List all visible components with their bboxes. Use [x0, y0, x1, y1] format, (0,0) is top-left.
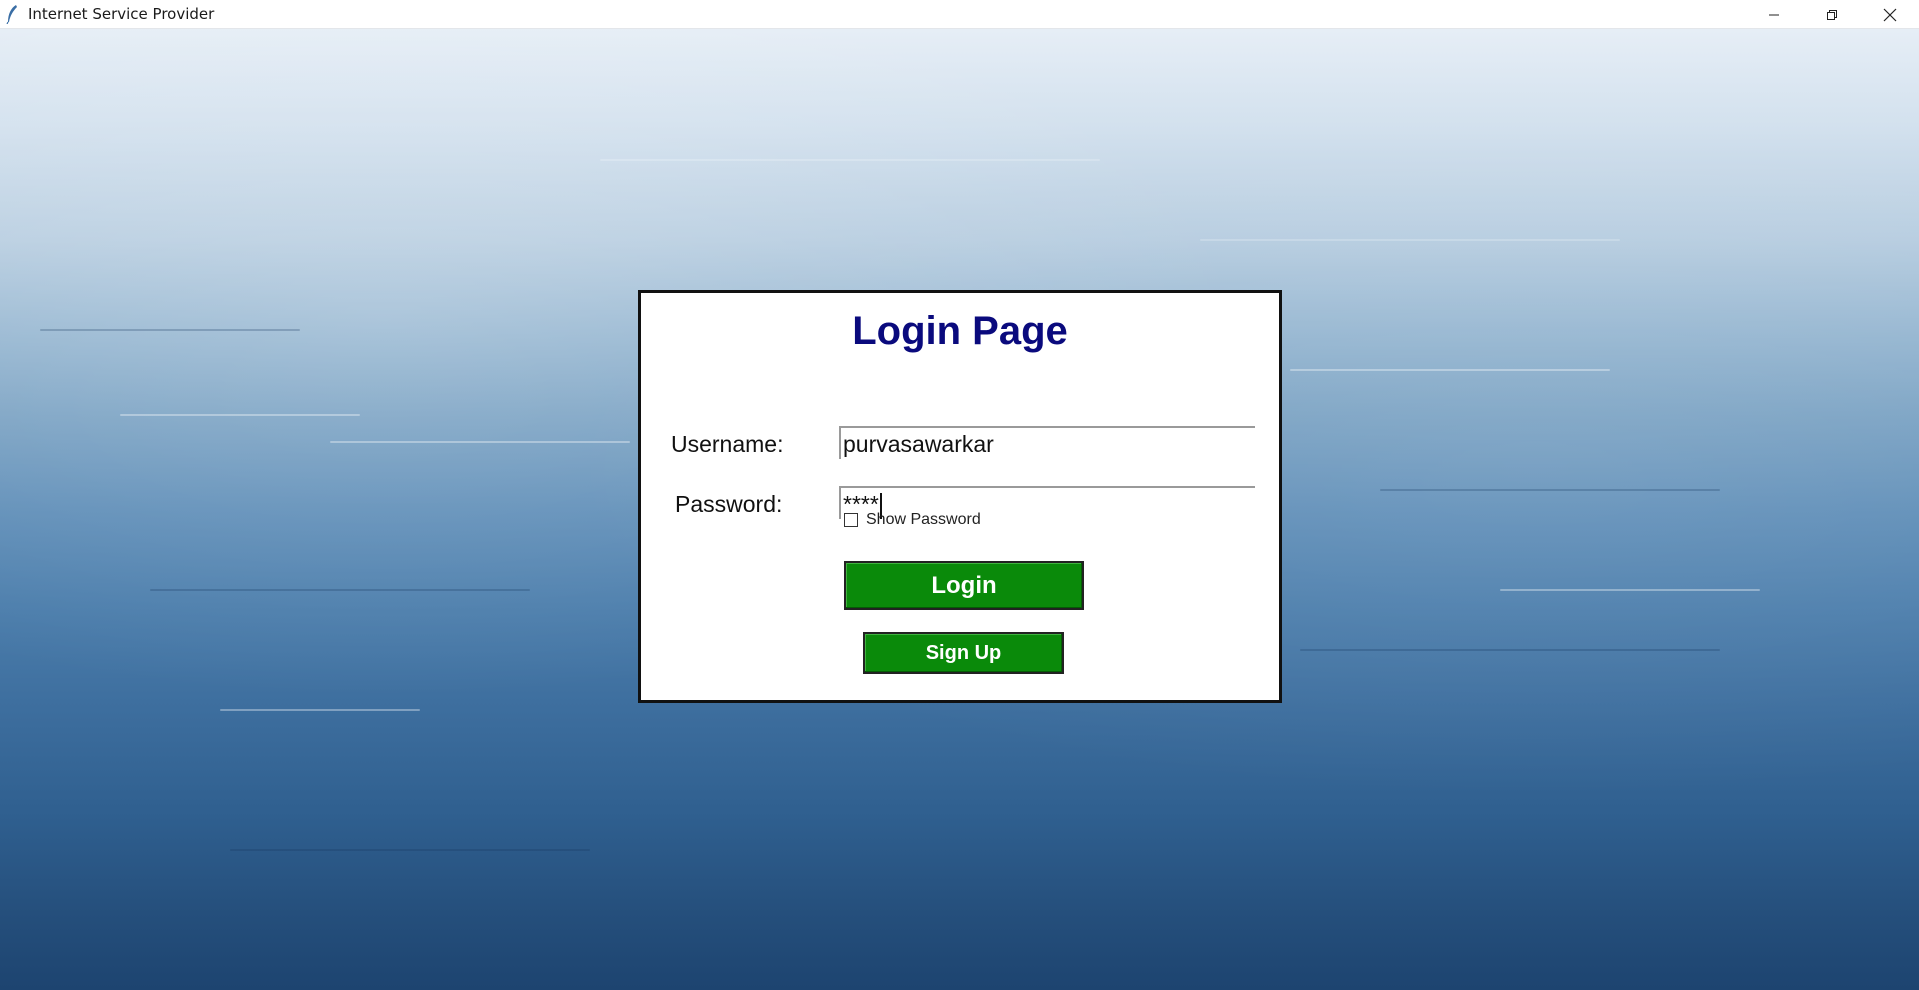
show-password-checkbox[interactable]: [844, 513, 858, 527]
water-streak: [330, 441, 630, 443]
username-field[interactable]: purvasawarkar: [839, 426, 1255, 459]
water-streak: [40, 329, 300, 331]
water-streak: [1290, 369, 1610, 371]
water-streak: [150, 589, 530, 591]
close-button[interactable]: [1861, 0, 1919, 29]
restore-icon: [1827, 9, 1837, 20]
restore-button[interactable]: [1803, 0, 1861, 29]
water-streak: [1380, 489, 1720, 491]
close-icon: [1883, 8, 1897, 21]
username-label: Username:: [671, 431, 784, 457]
minimize-button[interactable]: [1745, 0, 1803, 29]
water-streak: [1200, 239, 1620, 241]
water-streak: [600, 159, 1100, 161]
water-streak: [230, 849, 590, 851]
water-streak: [120, 414, 360, 416]
water-streak: [220, 709, 420, 711]
login-button[interactable]: Login: [844, 561, 1084, 610]
water-streak: [1500, 589, 1760, 591]
feather-icon: [4, 4, 20, 24]
minimize-icon: [1769, 14, 1779, 15]
password-label: Password:: [675, 491, 783, 517]
window-titlebar: Internet Service Provider: [0, 0, 1919, 29]
username-value: purvasawarkar: [843, 431, 994, 457]
page-title: Login Page: [852, 309, 1068, 353]
login-dialog: Login Page Username: purvasawarkar Passw…: [638, 290, 1282, 703]
signup-button[interactable]: Sign Up: [863, 632, 1064, 674]
window-title: Internet Service Provider: [28, 5, 215, 23]
show-password-toggle[interactable]: Show Password: [844, 511, 981, 529]
water-streak: [1300, 649, 1720, 651]
show-password-label: Show Password: [866, 511, 981, 528]
window-controls: [1745, 0, 1919, 29]
